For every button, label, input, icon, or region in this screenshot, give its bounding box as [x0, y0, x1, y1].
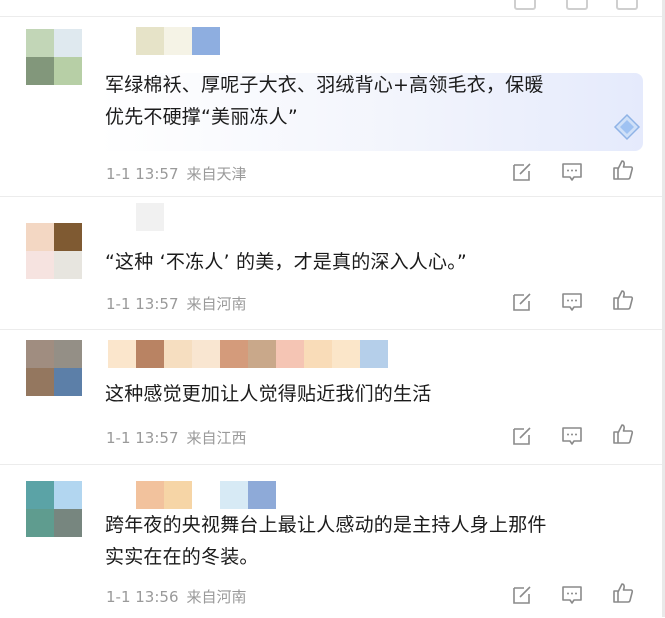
comment-time: 1-1 13:57 — [106, 165, 179, 183]
edit-icon[interactable] — [510, 290, 534, 314]
comment-text: “这种 ‘不冻人’ 的美，才是真的深入人心。” — [105, 246, 635, 278]
name-tile — [360, 340, 388, 368]
name-tile — [332, 340, 360, 368]
avatar-tile — [26, 481, 54, 509]
edit-icon[interactable] — [514, 0, 536, 10]
avatar-tile — [26, 509, 54, 537]
username-blurred[interactable] — [108, 340, 388, 368]
name-tile — [164, 481, 192, 509]
comment-location: 来自河南 — [186, 295, 247, 313]
comment-icon[interactable] — [560, 160, 584, 184]
name-tile — [220, 481, 248, 509]
comment-meta: 1-1 13:57 来自河南 — [106, 293, 247, 314]
name-tile — [136, 27, 164, 55]
avatar-tile — [26, 340, 54, 368]
avatar-tile — [54, 223, 82, 251]
edit-icon[interactable] — [510, 424, 534, 448]
name-tile — [108, 481, 136, 509]
name-tile — [136, 340, 164, 368]
name-tile — [192, 340, 220, 368]
avatar-tile — [26, 251, 54, 279]
like-icon[interactable] — [611, 422, 635, 446]
name-tile — [136, 481, 164, 509]
comment-icon[interactable] — [566, 0, 588, 10]
comment-icon[interactable] — [560, 583, 584, 607]
like-icon[interactable] — [611, 288, 635, 312]
name-tile — [136, 203, 164, 231]
comment-text-line: 实实在在的冬装。 — [105, 546, 259, 568]
name-tile — [220, 340, 248, 368]
comment-meta: 1-1 13:57 来自江西 — [106, 427, 247, 448]
name-tile — [248, 340, 276, 368]
comment-time: 1-1 13:57 — [106, 429, 179, 447]
avatar-tile — [54, 368, 82, 396]
name-tile — [192, 481, 220, 509]
name-tile — [108, 340, 136, 368]
comment-location: 来自河南 — [186, 588, 247, 606]
comment-icon[interactable] — [560, 290, 584, 314]
edit-icon[interactable] — [510, 583, 534, 607]
comment-text-line: 优先不硬撑“美丽冻人” — [105, 106, 298, 128]
avatar-tile — [54, 481, 82, 509]
username-blurred[interactable] — [108, 27, 220, 55]
name-tile — [276, 340, 304, 368]
comment-item: “这种 ‘不冻人’ 的美，才是真的深入人心。” 1-1 13:57 来自河南 — [0, 196, 665, 330]
name-tile — [164, 27, 192, 55]
like-icon[interactable] — [611, 581, 635, 605]
comment-item: 跨年夜的央视舞台上最让人感动的是主持人身上那件 实实在在的冬装。 1-1 13:… — [0, 464, 665, 618]
comment-meta: 1-1 13:56 来自河南 — [106, 586, 247, 607]
comment-text-line: “这种 ‘不冻人’ 的美，才是真的深入人心。” — [105, 251, 467, 273]
username-blurred[interactable] — [108, 481, 276, 509]
name-tile — [108, 27, 136, 55]
name-tile — [164, 340, 192, 368]
comment-text: 跨年夜的央视舞台上最让人感动的是主持人身上那件 实实在在的冬装。 — [105, 509, 635, 573]
comment-location: 来自江西 — [186, 429, 247, 447]
edit-icon[interactable] — [510, 160, 534, 184]
avatar[interactable] — [26, 340, 82, 396]
avatar-tile — [26, 29, 54, 57]
avatar[interactable] — [26, 223, 82, 279]
avatar-tile — [26, 223, 54, 251]
comment-time: 1-1 13:57 — [106, 295, 179, 313]
name-tile — [164, 203, 192, 231]
name-tile — [192, 203, 220, 231]
comment-item: 军绿棉袄、厚呢子大衣、羽绒背心+高领毛衣，保暖 优先不硬撑“美丽冻人” 1-1 … — [0, 16, 665, 197]
name-tile — [192, 27, 220, 55]
name-tile — [304, 340, 332, 368]
avatar-tile — [54, 509, 82, 537]
comment-time: 1-1 13:56 — [106, 588, 179, 606]
avatar[interactable] — [26, 481, 82, 537]
avatar-tile — [54, 57, 82, 85]
avatar-tile — [26, 57, 54, 85]
avatar-tile — [54, 29, 82, 57]
comment-item: 这种感觉更加让人觉得贴近我们的生活 1-1 13:57 来自江西 — [0, 329, 665, 465]
like-icon[interactable] — [616, 0, 638, 10]
comment-location: 来自天津 — [186, 165, 247, 183]
comment-icon[interactable] — [560, 424, 584, 448]
avatar-tile — [54, 340, 82, 368]
diamond-badge-icon — [613, 113, 641, 141]
avatar[interactable] — [26, 29, 82, 85]
comment-text-line: 军绿棉袄、厚呢子大衣、羽绒背心+高领毛衣，保暖 — [105, 74, 544, 96]
like-icon[interactable] — [611, 158, 635, 182]
comment-text: 这种感觉更加让人觉得贴近我们的生活 — [105, 378, 635, 410]
name-tile — [248, 481, 276, 509]
avatar-tile — [54, 251, 82, 279]
comment-text: 军绿棉袄、厚呢子大衣、羽绒背心+高领毛衣，保暖 优先不硬撑“美丽冻人” — [105, 69, 635, 133]
comment-text-line: 这种感觉更加让人觉得贴近我们的生活 — [105, 383, 432, 405]
comment-meta: 1-1 13:57 来自天津 — [106, 163, 247, 184]
username-blurred[interactable] — [108, 203, 220, 231]
name-tile — [108, 203, 136, 231]
avatar-tile — [26, 368, 54, 396]
comment-text-line: 跨年夜的央视舞台上最让人感动的是主持人身上那件 — [105, 514, 547, 536]
